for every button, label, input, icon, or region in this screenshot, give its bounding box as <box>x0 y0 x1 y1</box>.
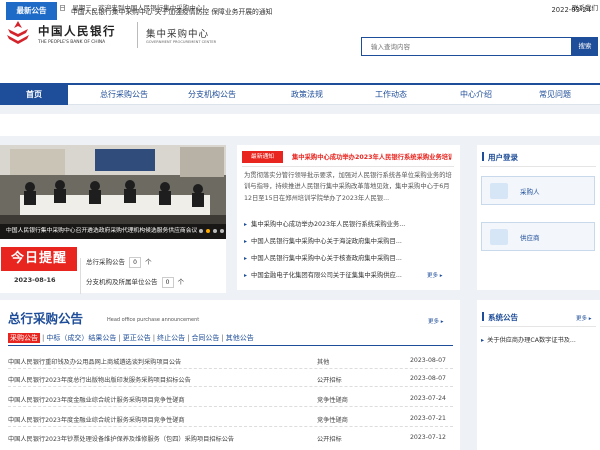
announcement-title: 总行采购公告 <box>8 311 84 326</box>
news-item[interactable]: 集中采购中心成功举办2023年人民银行系统采购业务... <box>244 219 432 228</box>
reminder-row-hq[interactable]: 总行采购公告 0 个 <box>86 256 152 268</box>
row-date: 2023-07-21 <box>410 415 446 422</box>
search-button[interactable]: 搜索 <box>572 37 598 56</box>
row-title[interactable]: 中国人民银行2023年度金融业综合统计服务采购项目竞争性磋商 <box>8 415 308 424</box>
photo-caption[interactable]: 中国人民银行集中采购中心召开遴选政府采购代理机构候选服务供应商会议 <box>0 224 226 239</box>
table-row[interactable]: 中国人民银行2023年度金融业综合统计服务采购项目竞争性磋商 竞争性磋商 202… <box>8 410 453 427</box>
tab-correction[interactable]: 更正公告 <box>123 333 151 343</box>
logo-divider <box>137 22 138 48</box>
tab-purchase-notice[interactable]: 采购公告 <box>8 333 40 343</box>
tab-other[interactable]: 其他公告 <box>226 333 254 343</box>
purchaser-login-button[interactable]: 采购人 <box>481 176 595 205</box>
table-row[interactable]: 中国人民银行重印钱及办公用品网上商城遴选谈判采购项目公告 其他 2023-08-… <box>8 352 453 369</box>
announcement-tabs: 采购公告 | 中标（成交）结果公告 | 更正公告 | 终止公告 | 合同公告 | 其他公告 <box>8 333 254 343</box>
row-date: 2023-07-12 <box>410 434 446 441</box>
announcement-subtitle: Head office purchase announcement <box>107 317 200 323</box>
latest-announcement-date: 2022-03-24 <box>551 6 591 14</box>
news-summary: 为贯彻落实分管行领导批示要求，加强对人民银行系统各单位采购业务的培训与指导，持续… <box>244 172 452 202</box>
row-title[interactable]: 中国人民银行2023年钞票处理设备维护保养及维修服务（包四）采购项目招标公告 <box>8 434 308 443</box>
nav-item-faq[interactable]: 常见问题 <box>510 85 600 105</box>
latest-announcement-label: 最新公告 <box>6 2 57 20</box>
reminder-label: 分支机构及所属单位公告 <box>86 278 158 286</box>
center-name-english: GOVERNMENT PROCUREMENT CENTER <box>146 40 217 44</box>
row-type: 公开招标 <box>317 436 342 443</box>
latest-announcement-link[interactable]: 中国人民银行集中采购中心 关于加强疫情防控 保障业务开展的通知 <box>71 6 272 16</box>
logo-chinese: 中国人民银行 <box>38 24 116 38</box>
supplier-label: 供应商 <box>520 234 540 242</box>
news-headline[interactable]: 集中采购中心成功举办2023年人民银行系统采购业务培训班 <box>292 152 452 161</box>
table-row[interactable]: 中国人民银行2023年度金融业综合统计服务采购项目竞争性磋商 竞争性磋商 202… <box>8 390 453 407</box>
reminder-unit: 个 <box>177 278 185 286</box>
row-type: 公开招标 <box>317 377 342 384</box>
row-date: 2023-08-07 <box>410 357 446 364</box>
tab-underline <box>8 345 453 346</box>
reminder-count: 0 <box>161 277 174 288</box>
today-reminder-badge: 今日提醒 <box>1 247 77 271</box>
news-more-link[interactable]: 更多 ▸ <box>427 271 443 279</box>
reminder-unit: 个 <box>145 258 152 266</box>
reminder-row-branch[interactable]: 分支机构及所属单位公告 0 个 <box>86 276 184 288</box>
row-type: 竞争性磋商 <box>317 397 348 404</box>
carousel-dot-active[interactable] <box>206 229 210 233</box>
row-title[interactable]: 中国人民银行重印钱及办公用品网上商城遴选谈判采购项目公告 <box>8 357 308 366</box>
system-divider <box>480 326 596 327</box>
latest-announcement-bar <box>0 114 600 136</box>
logo-english: THE PEOPLE'S BANK OF CHINA <box>38 40 106 45</box>
latest-notice-badge: 最新通知 <box>242 151 283 163</box>
pboc-logo-icon <box>7 21 29 44</box>
reminder-divider <box>80 258 81 294</box>
supplier-login-button[interactable]: 供应商 <box>481 222 595 251</box>
nav-item-home[interactable]: 首页 <box>0 85 68 105</box>
today-date: 2023-08-16 <box>14 276 56 284</box>
carousel-dot[interactable] <box>199 229 203 233</box>
carousel-dot[interactable] <box>213 229 217 233</box>
row-type: 其他 <box>317 359 330 366</box>
main-nav: 首页 总行采购公告 分支机构公告 政策法规 工作动态 中心介绍 常见问题 <box>0 83 600 105</box>
tab-termination[interactable]: 终止公告 <box>157 333 185 343</box>
table-row[interactable]: 中国人民银行2023年钞票处理设备维护保养及维修服务（包四）采购项目招标公告 公… <box>8 429 453 446</box>
row-date: 2023-08-07 <box>410 375 446 382</box>
center-name-chinese: 集中采购中心 <box>146 29 210 40</box>
section-marker <box>482 152 484 161</box>
system-bulletin-title: 系统公告 <box>488 313 518 322</box>
user-icon <box>490 229 508 245</box>
news-item[interactable]: 中国人民银行集中采购中心关于核查政府集中采购目... <box>244 253 432 262</box>
reminder-count: 0 <box>129 257 142 268</box>
purchaser-label: 采购人 <box>520 188 540 196</box>
announcement-more-link[interactable]: 更多 ▸ <box>428 317 444 325</box>
id-card-icon <box>490 183 508 199</box>
system-bulletin-item[interactable]: 关于供应商办理CA数字证书及... <box>481 335 599 344</box>
news-item[interactable]: 中国人民银行集中采购中心关于海淀政府集中采购目... <box>244 236 432 245</box>
login-divider <box>480 166 596 167</box>
tab-award-result[interactable]: 中标（成交）结果公告 <box>46 333 116 343</box>
section-marker <box>482 312 484 321</box>
search-input[interactable] <box>361 37 572 56</box>
row-date: 2023-07-24 <box>410 395 446 402</box>
row-type: 竞争性磋商 <box>317 417 348 424</box>
news-item[interactable]: 中国金融电子化集团有限公司关于征集集中采购供应... <box>244 270 432 279</box>
row-title[interactable]: 中国人民银行2023年度总行出版物出版印发服务采购项目招标公告 <box>8 375 308 384</box>
carousel-dot[interactable] <box>220 229 224 233</box>
reminder-label: 总行采购公告 <box>86 258 125 266</box>
system-more-link[interactable]: 更多 ▸ <box>576 314 592 322</box>
login-title: 用户登录 <box>488 153 518 162</box>
row-title[interactable]: 中国人民银行2023年度金融业综合统计服务采购项目竞争性磋商 <box>8 395 308 404</box>
table-row[interactable]: 中国人民银行2023年度总行出版物出版印发服务采购项目招标公告 公开招标 202… <box>8 370 453 387</box>
news-divider <box>242 166 454 167</box>
tab-contract[interactable]: 合同公告 <box>191 333 219 343</box>
